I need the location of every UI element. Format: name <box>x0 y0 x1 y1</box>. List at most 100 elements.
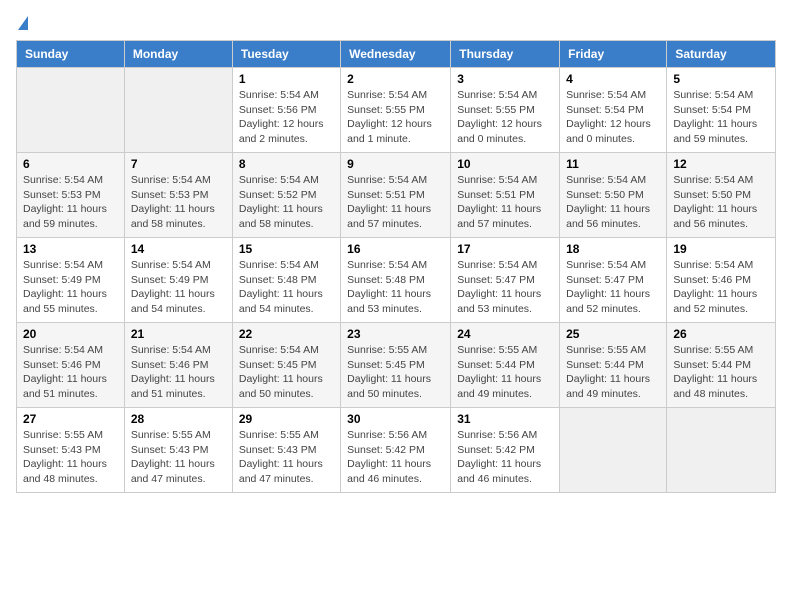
day-info: Sunrise: 5:55 AM Sunset: 5:44 PM Dayligh… <box>457 343 553 402</box>
day-header-saturday: Saturday <box>667 41 776 68</box>
day-number: 16 <box>347 242 444 256</box>
day-number: 22 <box>239 327 334 341</box>
page-header <box>16 16 776 30</box>
calendar-cell: 2 Sunrise: 5:54 AM Sunset: 5:55 PM Daylig… <box>341 68 451 153</box>
calendar-cell: 6 Sunrise: 5:54 AM Sunset: 5:53 PM Daylig… <box>17 153 125 238</box>
day-number: 31 <box>457 412 553 426</box>
day-number: 11 <box>566 157 660 171</box>
day-number: 14 <box>131 242 226 256</box>
calendar-body: 1 Sunrise: 5:54 AM Sunset: 5:56 PM Daylig… <box>17 68 776 493</box>
logo <box>16 16 28 30</box>
calendar-cell: 11 Sunrise: 5:54 AM Sunset: 5:50 PM Dayli… <box>560 153 667 238</box>
day-info: Sunrise: 5:54 AM Sunset: 5:54 PM Dayligh… <box>566 88 660 147</box>
day-info: Sunrise: 5:56 AM Sunset: 5:42 PM Dayligh… <box>457 428 553 487</box>
calendar-cell: 10 Sunrise: 5:54 AM Sunset: 5:51 PM Dayli… <box>451 153 560 238</box>
logo-triangle-icon <box>18 16 28 30</box>
day-info: Sunrise: 5:54 AM Sunset: 5:45 PM Dayligh… <box>239 343 334 402</box>
calendar-cell: 8Sunrise: 5:54 AM Sunset: 5:52 PM Daylig… <box>232 153 340 238</box>
calendar-cell: 25 Sunrise: 5:55 AM Sunset: 5:44 PM Dayli… <box>560 323 667 408</box>
day-header-tuesday: Tuesday <box>232 41 340 68</box>
calendar-cell: 7Sunrise: 5:54 AM Sunset: 5:53 PM Daylig… <box>124 153 232 238</box>
calendar-cell: 12 Sunrise: 5:54 AM Sunset: 5:50 PM Dayli… <box>667 153 776 238</box>
day-info: Sunrise: 5:54 AM Sunset: 5:55 PM Dayligh… <box>347 88 444 147</box>
calendar-cell: 17Sunrise: 5:54 AM Sunset: 5:47 PM Dayli… <box>451 238 560 323</box>
day-number: 24 <box>457 327 553 341</box>
calendar-cell: 28Sunrise: 5:55 AM Sunset: 5:43 PM Dayli… <box>124 408 232 493</box>
calendar-cell: 20Sunrise: 5:54 AM Sunset: 5:46 PM Dayli… <box>17 323 125 408</box>
calendar-cell: 3 Sunrise: 5:54 AM Sunset: 5:55 PM Daylig… <box>451 68 560 153</box>
day-number: 9 <box>347 157 444 171</box>
day-info: Sunrise: 5:55 AM Sunset: 5:43 PM Dayligh… <box>131 428 226 487</box>
day-info: Sunrise: 5:55 AM Sunset: 5:44 PM Dayligh… <box>673 343 769 402</box>
day-info: Sunrise: 5:54 AM Sunset: 5:53 PM Dayligh… <box>23 173 118 232</box>
calendar-cell: 21 Sunrise: 5:54 AM Sunset: 5:46 PM Dayli… <box>124 323 232 408</box>
day-number: 29 <box>239 412 334 426</box>
day-number: 19 <box>673 242 769 256</box>
calendar-cell: 26 Sunrise: 5:55 AM Sunset: 5:44 PM Dayli… <box>667 323 776 408</box>
week-row-4: 20 Sunrise: 5:54 AM Sunset: 5:46 PM Dayli… <box>17 323 776 408</box>
day-info: Sunrise: 5:54 AM Sunset: 5:52 PM Dayligh… <box>239 173 334 232</box>
day-header-thursday: Thursday <box>451 41 560 68</box>
day-number: 12 <box>673 157 769 171</box>
calendar-cell: 13Sunrise: 5:54 AM Sunset: 5:49 PM Dayli… <box>17 238 125 323</box>
calendar-cell: 14Sunrise: 5:54 AM Sunset: 5:49 PM Dayli… <box>124 238 232 323</box>
calendar-cell: 30Sunrise: 5:56 AM Sunset: 5:42 PM Dayli… <box>341 408 451 493</box>
calendar-header: SundayMondayTuesdayWednesdayThursdayFrid… <box>17 41 776 68</box>
day-number: 25 <box>566 327 660 341</box>
day-header-friday: Friday <box>560 41 667 68</box>
calendar-cell: 18Sunrise: 5:54 AM Sunset: 5:47 PM Dayli… <box>560 238 667 323</box>
day-number: 4 <box>566 72 660 86</box>
day-number: 15 <box>239 242 334 256</box>
day-info: Sunrise: 5:54 AM Sunset: 5:50 PM Dayligh… <box>566 173 660 232</box>
calendar-cell <box>560 408 667 493</box>
day-info: Sunrise: 5:54 AM Sunset: 5:48 PM Dayligh… <box>347 258 444 317</box>
day-info: Sunrise: 5:54 AM Sunset: 5:51 PM Dayligh… <box>457 173 553 232</box>
day-number: 6 <box>23 157 118 171</box>
calendar-cell: 4 Sunrise: 5:54 AM Sunset: 5:54 PM Daylig… <box>560 68 667 153</box>
week-row-5: 27 Sunrise: 5:55 AM Sunset: 5:43 PM Dayli… <box>17 408 776 493</box>
day-number: 20 <box>23 327 118 341</box>
day-header-monday: Monday <box>124 41 232 68</box>
calendar-cell: 5 Sunrise: 5:54 AM Sunset: 5:54 PM Daylig… <box>667 68 776 153</box>
day-info: Sunrise: 5:54 AM Sunset: 5:50 PM Dayligh… <box>673 173 769 232</box>
calendar-cell: 16 Sunrise: 5:54 AM Sunset: 5:48 PM Dayli… <box>341 238 451 323</box>
day-number: 26 <box>673 327 769 341</box>
day-info: Sunrise: 5:54 AM Sunset: 5:55 PM Dayligh… <box>457 88 553 147</box>
calendar-cell <box>124 68 232 153</box>
day-number: 3 <box>457 72 553 86</box>
day-info: Sunrise: 5:55 AM Sunset: 5:45 PM Dayligh… <box>347 343 444 402</box>
day-number: 1 <box>239 72 334 86</box>
day-header-wednesday: Wednesday <box>341 41 451 68</box>
calendar-cell: 27 Sunrise: 5:55 AM Sunset: 5:43 PM Dayli… <box>17 408 125 493</box>
day-info: Sunrise: 5:55 AM Sunset: 5:43 PM Dayligh… <box>23 428 118 487</box>
week-row-3: 13Sunrise: 5:54 AM Sunset: 5:49 PM Dayli… <box>17 238 776 323</box>
day-number: 10 <box>457 157 553 171</box>
day-number: 21 <box>131 327 226 341</box>
day-info: Sunrise: 5:54 AM Sunset: 5:46 PM Dayligh… <box>131 343 226 402</box>
day-number: 2 <box>347 72 444 86</box>
calendar-cell: 9Sunrise: 5:54 AM Sunset: 5:51 PM Daylig… <box>341 153 451 238</box>
day-info: Sunrise: 5:54 AM Sunset: 5:47 PM Dayligh… <box>566 258 660 317</box>
calendar-cell: 31 Sunrise: 5:56 AM Sunset: 5:42 PM Dayli… <box>451 408 560 493</box>
day-number: 5 <box>673 72 769 86</box>
week-row-2: 6 Sunrise: 5:54 AM Sunset: 5:53 PM Daylig… <box>17 153 776 238</box>
day-info: Sunrise: 5:54 AM Sunset: 5:48 PM Dayligh… <box>239 258 334 317</box>
calendar-cell: 23 Sunrise: 5:55 AM Sunset: 5:45 PM Dayli… <box>341 323 451 408</box>
day-number: 13 <box>23 242 118 256</box>
calendar-cell: 1 Sunrise: 5:54 AM Sunset: 5:56 PM Daylig… <box>232 68 340 153</box>
calendar-cell: 22 Sunrise: 5:54 AM Sunset: 5:45 PM Dayli… <box>232 323 340 408</box>
calendar-table: SundayMondayTuesdayWednesdayThursdayFrid… <box>16 40 776 493</box>
day-number: 27 <box>23 412 118 426</box>
day-info: Sunrise: 5:55 AM Sunset: 5:44 PM Dayligh… <box>566 343 660 402</box>
day-number: 17 <box>457 242 553 256</box>
calendar-cell: 15 Sunrise: 5:54 AM Sunset: 5:48 PM Dayli… <box>232 238 340 323</box>
day-info: Sunrise: 5:54 AM Sunset: 5:53 PM Dayligh… <box>131 173 226 232</box>
day-info: Sunrise: 5:54 AM Sunset: 5:54 PM Dayligh… <box>673 88 769 147</box>
day-header-sunday: Sunday <box>17 41 125 68</box>
day-info: Sunrise: 5:54 AM Sunset: 5:46 PM Dayligh… <box>673 258 769 317</box>
calendar-cell: 19 Sunrise: 5:54 AM Sunset: 5:46 PM Dayli… <box>667 238 776 323</box>
day-info: Sunrise: 5:55 AM Sunset: 5:43 PM Dayligh… <box>239 428 334 487</box>
day-info: Sunrise: 5:54 AM Sunset: 5:56 PM Dayligh… <box>239 88 334 147</box>
day-number: 30 <box>347 412 444 426</box>
day-number: 23 <box>347 327 444 341</box>
